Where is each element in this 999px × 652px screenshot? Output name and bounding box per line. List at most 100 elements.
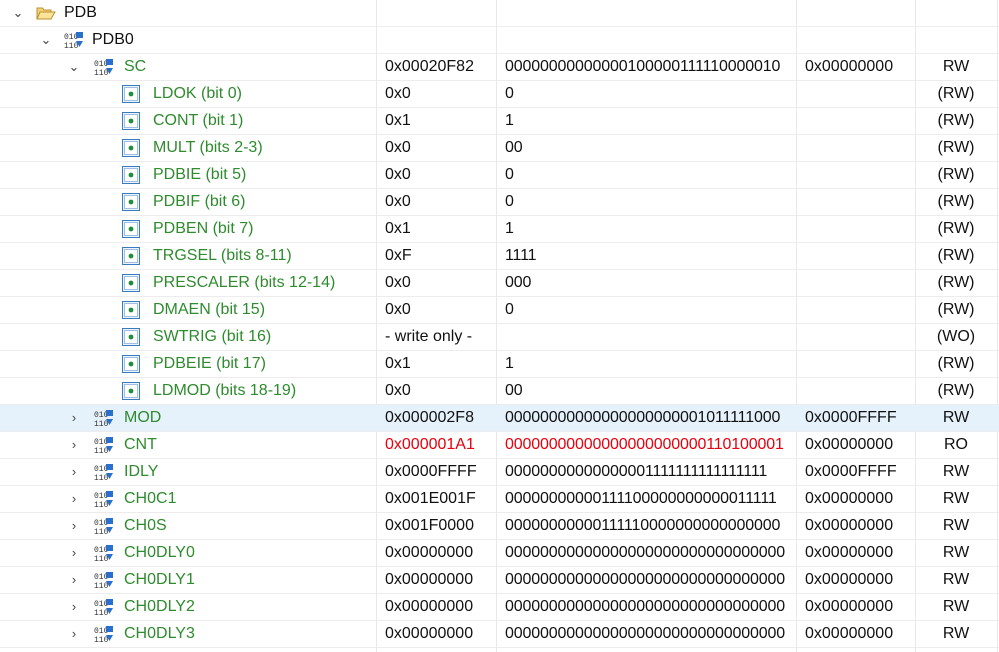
binary-value[interactable]: 00000000000000000000000000000000 (505, 594, 795, 620)
hex-value[interactable]: 0x0 (385, 189, 495, 215)
reset-value: 0x00000000 (805, 598, 894, 615)
hex-value[interactable]: 0x001F0000 (385, 513, 495, 539)
register-row-cnt[interactable]: › 010 110 CNT 0x000001A1 00000000000000000000… (0, 432, 999, 459)
bitfield-icon (121, 192, 141, 211)
hex-value[interactable]: 0x0 (385, 297, 495, 323)
access-mode: RW (942, 490, 970, 507)
chevron-right-icon[interactable]: › (67, 594, 81, 620)
hex-value[interactable]: 0x1 (385, 351, 495, 377)
field-row-ldmod[interactable]: LDMOD (bits 18-19) 0x0 00 (RW) (0, 378, 999, 405)
binary-value[interactable] (505, 324, 795, 350)
register-row-sc[interactable]: ⌄ 010 110 SC 0x00020F82 000000000000001000001… (0, 54, 999, 81)
binary-value[interactable]: 1111 (505, 243, 795, 269)
register-icon: 010 110 (94, 544, 114, 564)
binary-value[interactable]: 00000000000000001111111111111111 (505, 459, 795, 485)
field-name: PDBIE (bit 5) (153, 166, 247, 183)
binary-value[interactable]: 000 (505, 270, 795, 296)
folder-open-icon (36, 5, 56, 23)
hex-value[interactable]: 0x00000000 (385, 621, 495, 647)
reset-value: 0x00000000 (805, 544, 894, 561)
field-row-dmaen[interactable]: DMAEN (bit 15) 0x0 0 (RW) (0, 297, 999, 324)
hex-value[interactable]: 0x00000000 (385, 594, 495, 620)
binary-value[interactable]: 00000000000000000000000000000000 (505, 567, 795, 593)
hex-value[interactable]: 0x0 (385, 270, 495, 296)
binary-value[interactable]: 1 (505, 108, 795, 134)
hex-value[interactable]: 0x000001A1 (385, 432, 495, 458)
tree-row-pdb[interactable]: ⌄ PDB (0, 0, 999, 27)
chevron-right-icon[interactable]: › (67, 459, 81, 485)
chevron-right-icon[interactable]: › (67, 540, 81, 566)
register-row-idly[interactable]: › 010 110 IDLY 0x0000FFFF 0000000000000000111… (0, 459, 999, 486)
reset-value (805, 81, 915, 107)
access-mode: (RW) (937, 112, 975, 129)
field-row-trgsel[interactable]: TRGSEL (bits 8-11) 0xF 1111 (RW) (0, 243, 999, 270)
field-row-pdbeie[interactable]: PDBEIE (bit 17) 0x1 1 (RW) (0, 351, 999, 378)
field-row-ldok[interactable]: LDOK (bit 0) 0x0 0 (RW) (0, 81, 999, 108)
binary-value[interactable]: 00000000000111110000000000000000 (505, 513, 795, 539)
binary-value[interactable]: 0 (505, 162, 795, 188)
chevron-down-icon[interactable]: ⌄ (39, 27, 53, 53)
chevron-right-icon[interactable]: › (67, 621, 81, 647)
hex-value[interactable]: 0x00000000 (385, 540, 495, 566)
chevron-right-icon[interactable]: › (67, 486, 81, 512)
register-row-ch0s[interactable]: › 010 110 CH0S 0x001F0000 0000000000011111000… (0, 513, 999, 540)
hex-value[interactable]: 0x001E001F (385, 486, 495, 512)
hex-value[interactable]: 0x00000000 (385, 567, 495, 593)
field-row-pdben[interactable]: PDBEN (bit 7) 0x1 1 (RW) (0, 216, 999, 243)
register-row-mod[interactable]: › 010 110 MOD 0x000002F8 00000000000000000000… (0, 405, 999, 432)
register-icon: 010 110 (94, 598, 114, 618)
chevron-right-icon[interactable]: › (67, 405, 81, 431)
binary-value[interactable]: 0 (505, 297, 795, 323)
tree-row-pdb0[interactable]: ⌄ 010 110 PDB0 (0, 27, 999, 54)
reset-value (805, 324, 915, 350)
field-row-swtrig[interactable]: SWTRIG (bit 16) - write only - (WO) (0, 324, 999, 351)
register-row-ch0dly3[interactable]: › 010 110 CH0DLY3 0x00000000 0000000000000000… (0, 621, 999, 648)
field-row-prescaler[interactable]: PRESCALER (bits 12-14) 0x0 000 (RW) (0, 270, 999, 297)
binary-value[interactable]: 00000000000111100000000000011111 (505, 486, 795, 512)
access-mode: (RW) (937, 85, 975, 102)
field-name: SWTRIG (bit 16) (153, 328, 272, 345)
binary-value[interactable]: 1 (505, 351, 795, 377)
binary-value[interactable]: 00 (505, 135, 795, 161)
chevron-right-icon[interactable]: › (67, 432, 81, 458)
field-row-mult[interactable]: MULT (bits 2-3) 0x0 00 (RW) (0, 135, 999, 162)
reset-value (805, 297, 915, 323)
hex-value[interactable]: 0x0 (385, 378, 495, 404)
hex-value[interactable]: 0x0000FFFF (385, 459, 495, 485)
register-row-ch0dly0[interactable]: › 010 110 CH0DLY0 0x00000000 0000000000000000… (0, 540, 999, 567)
register-row-ch0dly2[interactable]: › 010 110 CH0DLY2 0x00000000 0000000000000000… (0, 594, 999, 621)
hex-value[interactable]: - write only - (385, 324, 495, 350)
field-row-pdbie[interactable]: PDBIE (bit 5) 0x0 0 (RW) (0, 162, 999, 189)
hex-value[interactable]: 0x1 (385, 108, 495, 134)
binary-value[interactable]: 00000000000000000000000000000000 (505, 621, 795, 647)
binary-value[interactable]: 0 (505, 81, 795, 107)
chevron-right-icon[interactable]: › (67, 567, 81, 593)
binary-value[interactable]: 00000000000000000000000000000000 (505, 540, 795, 566)
bitfield-icon (121, 273, 141, 292)
access-mode: RW (942, 517, 970, 534)
hex-value[interactable]: 0x0 (385, 162, 495, 188)
hex-value[interactable]: 0xF (385, 243, 495, 269)
chevron-down-icon[interactable]: ⌄ (67, 54, 81, 80)
binary-value[interactable]: 0 (505, 189, 795, 215)
reset-value: 0x00000000 (805, 490, 894, 507)
hex-value[interactable]: 0x0 (385, 135, 495, 161)
chevron-right-icon[interactable]: › (67, 513, 81, 539)
binary-value[interactable]: 1 (505, 216, 795, 242)
chevron-down-icon[interactable]: ⌄ (11, 0, 25, 26)
field-row-pdbif[interactable]: PDBIF (bit 6) 0x0 0 (RW) (0, 189, 999, 216)
hex-value[interactable]: 0x000002F8 (385, 405, 495, 431)
register-row-ch0c1[interactable]: › 010 110 CH0C1 0x001E001F 000000000001111000… (0, 486, 999, 513)
binary-value[interactable]: 00000000000000000000000110100001 (505, 432, 795, 458)
register-row-ch0dly1[interactable]: › 010 110 CH0DLY1 0x00000000 0000000000000000… (0, 567, 999, 594)
access-mode: (RW) (937, 301, 975, 318)
access-mode: RW (942, 409, 970, 426)
field-row-cont[interactable]: CONT (bit 1) 0x1 1 (RW) (0, 108, 999, 135)
access-mode: (RW) (937, 139, 975, 156)
binary-value[interactable]: 00 (505, 378, 795, 404)
hex-value[interactable]: 0x1 (385, 216, 495, 242)
hex-value[interactable]: 0x00020F82 (385, 54, 495, 80)
hex-value[interactable]: 0x0 (385, 81, 495, 107)
binary-value[interactable]: 00000000000000100000111110000010 (505, 54, 795, 80)
binary-value[interactable]: 00000000000000000000001011111000 (505, 405, 795, 431)
